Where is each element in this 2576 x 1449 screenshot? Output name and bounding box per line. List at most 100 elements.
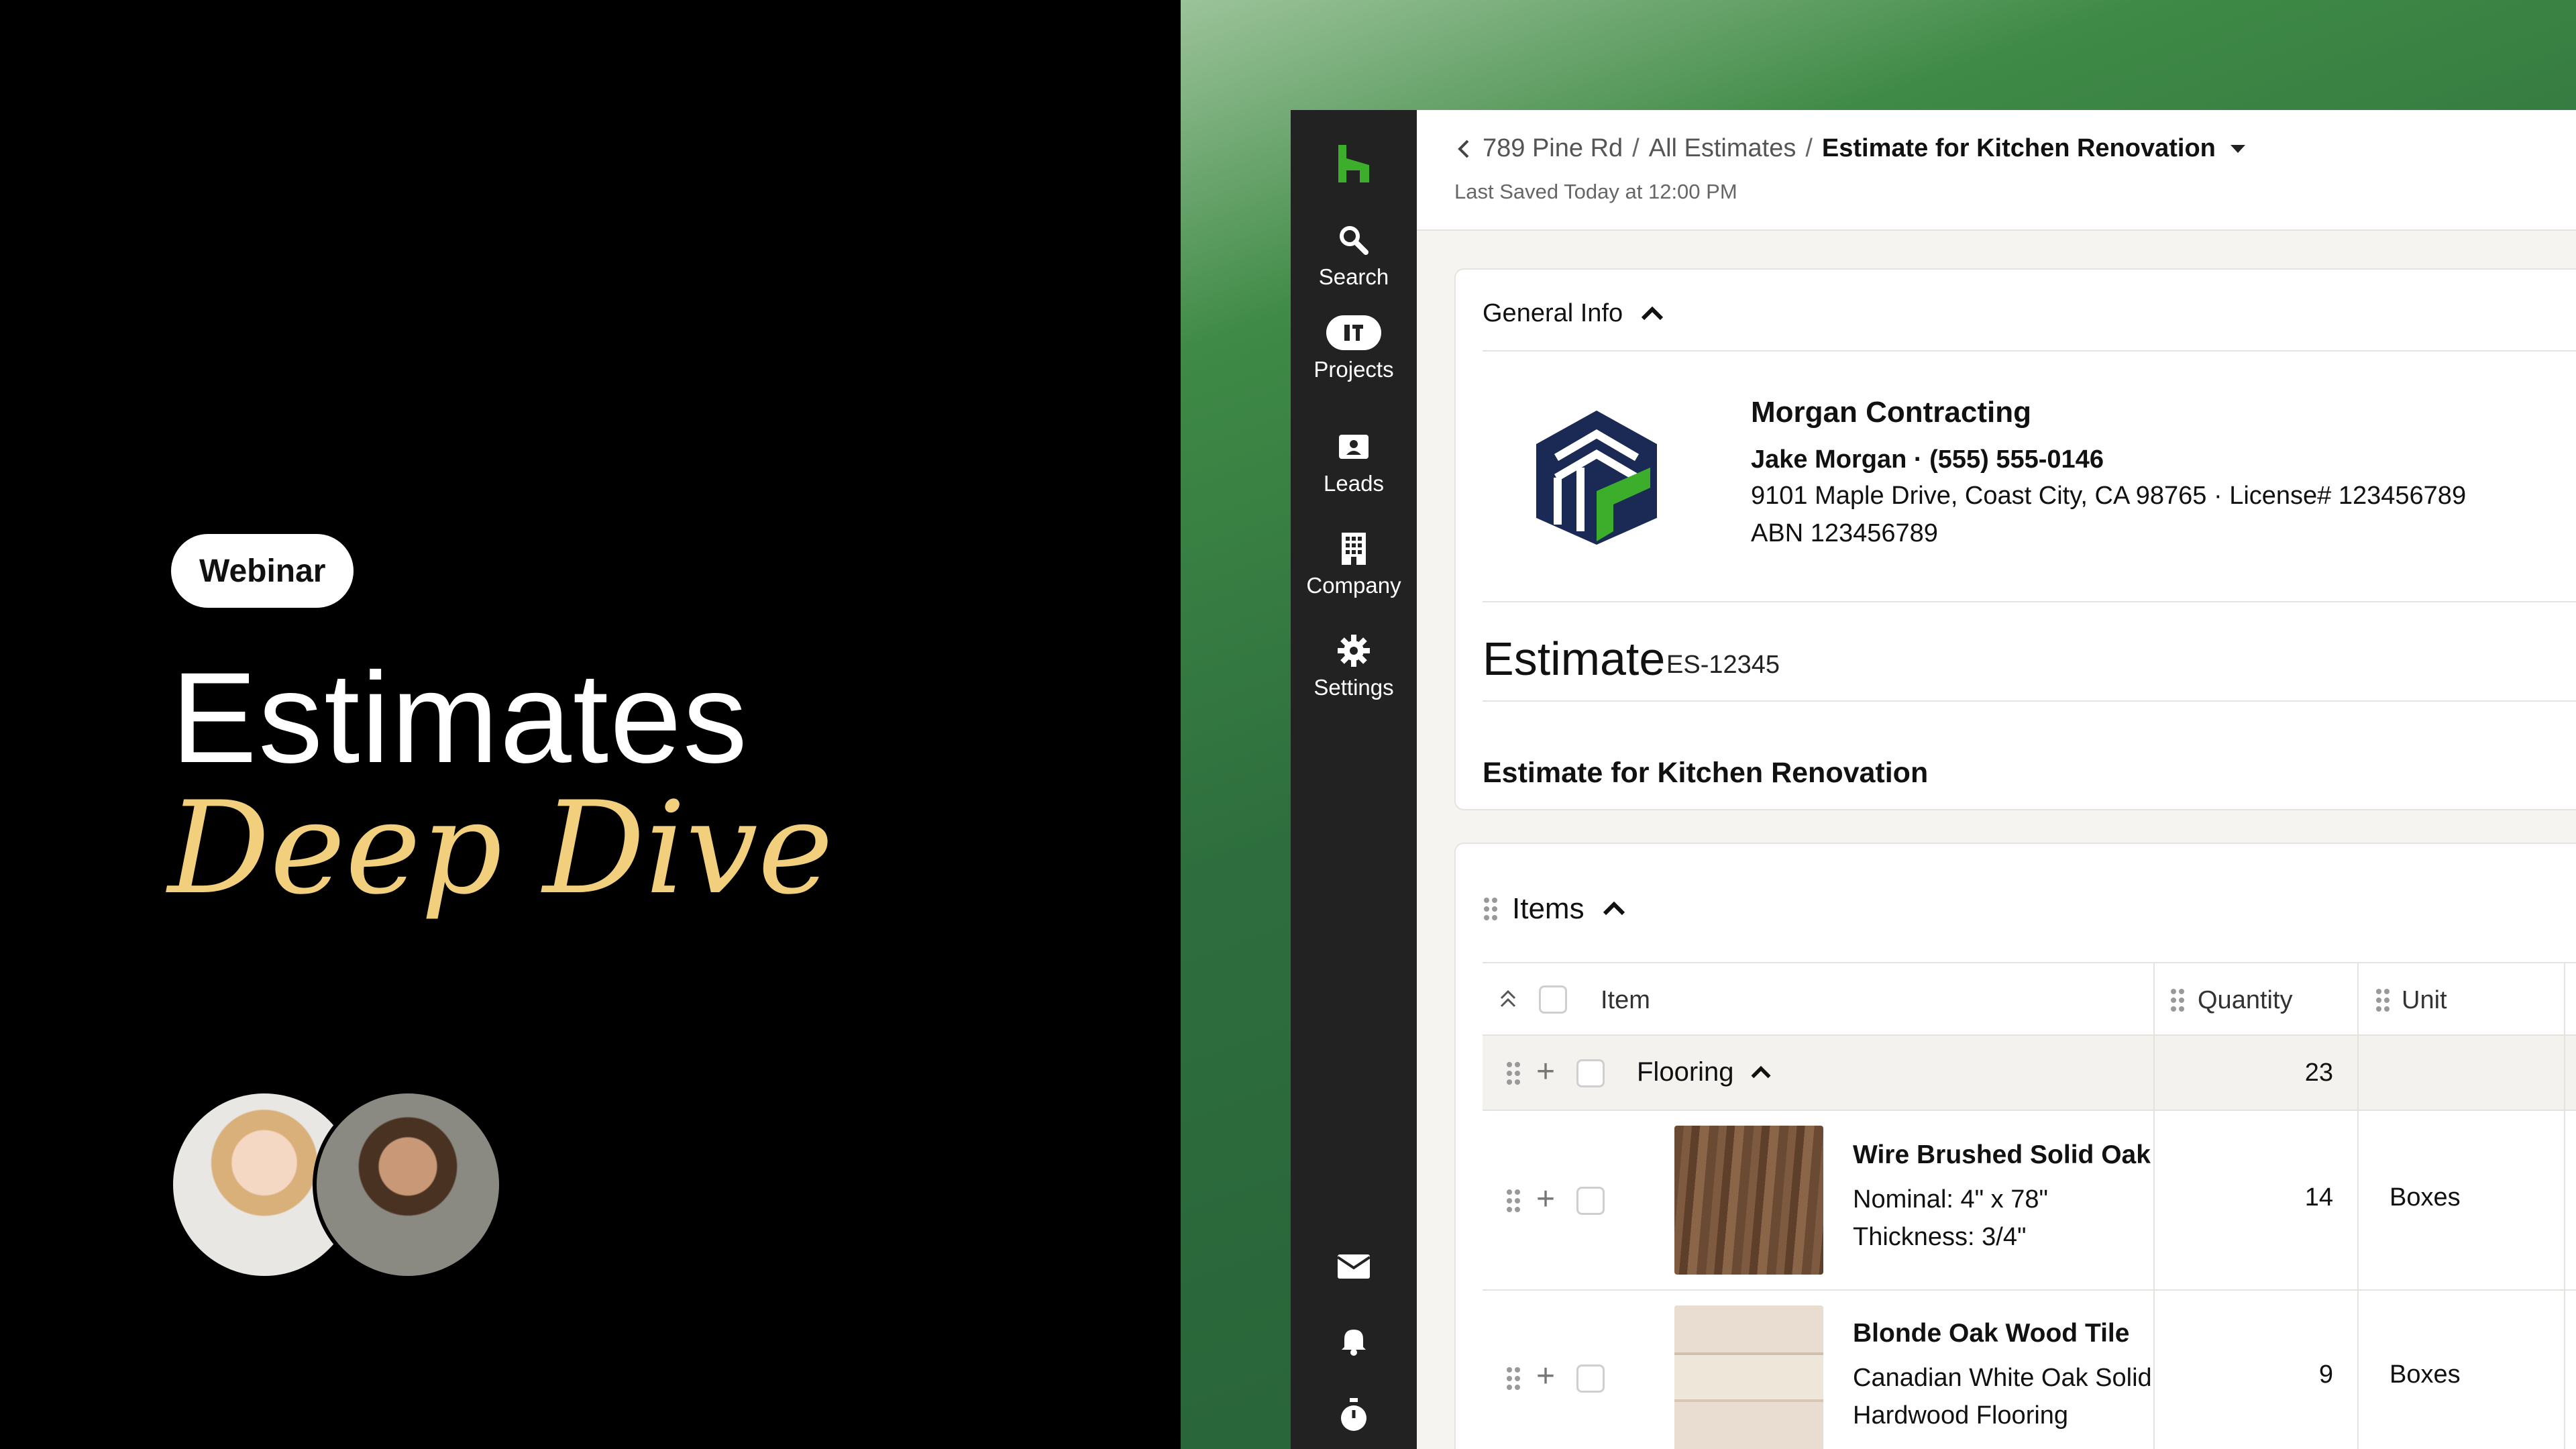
promo-title-line1: Estimates	[171, 645, 749, 790]
column-divider	[2357, 1036, 2359, 1111]
separator-dot: ·	[2213, 482, 2230, 510]
column-divider	[2564, 1036, 2565, 1111]
caret-down-icon[interactable]	[2226, 138, 2249, 160]
table-row[interactable]: + Blonde Oak Wood Tile Canadian White Oa…	[1483, 1291, 2576, 1449]
chevron-left-icon[interactable]	[1454, 137, 1473, 161]
item-thumbnail	[1674, 1126, 1823, 1275]
item-unit[interactable]: Boxes	[2390, 1183, 2461, 1212]
breadcrumb-item-address[interactable]: 789 Pine Rd	[1483, 134, 1623, 163]
sidebar-item-label: Search	[1318, 264, 1389, 289]
select-all-checkbox[interactable]	[1539, 985, 1567, 1014]
group-name: Flooring	[1637, 1057, 1773, 1087]
items-header[interactable]: Items	[1512, 892, 1627, 926]
company-abn: ABN 123456789	[1751, 519, 1938, 547]
sidebar-item-company[interactable]: Company	[1291, 531, 1417, 598]
top-bar: 789 Pine Rd / All Estimates / Estimate f…	[1417, 110, 2576, 231]
estimate-label: Estimate	[1483, 633, 1666, 685]
sidebar-item-search[interactable]: Search	[1291, 223, 1417, 290]
item-description-line: Thickness: 3/4"	[1853, 1223, 2027, 1251]
column-header-quantity[interactable]: Quantity	[2198, 963, 2293, 1037]
item-thumbnail	[1674, 1305, 1823, 1449]
column-divider	[2357, 1111, 2359, 1291]
contact-phone: (555) 555-0146	[1929, 445, 2104, 474]
separator-dot: ·	[1913, 445, 1930, 474]
mail-icon	[1336, 1254, 1371, 1279]
column-divider	[2357, 1291, 2359, 1449]
drag-handle-icon[interactable]	[2375, 987, 2391, 1013]
promo-title-line2: Deep Dive	[168, 774, 834, 922]
add-icon[interactable]: +	[1536, 1360, 1555, 1393]
webinar-badge: Webinar	[171, 534, 354, 608]
sidebar-item-label: Leads	[1324, 471, 1384, 496]
item-unit[interactable]: Boxes	[2390, 1360, 2461, 1389]
drag-handle-icon[interactable]	[1505, 1366, 1521, 1391]
search-icon	[1340, 226, 1368, 255]
leads-icon	[1339, 435, 1368, 459]
divider	[1483, 350, 2576, 352]
items-card: Items Item Quantity Unit + Flooring 23 +…	[1454, 843, 2576, 1449]
presenter-avatar-2	[313, 1089, 503, 1280]
row-checkbox[interactable]	[1576, 1364, 1605, 1393]
add-icon[interactable]: +	[1536, 1056, 1555, 1088]
column-header-unit[interactable]: Unit	[2402, 963, 2447, 1037]
promo-panel: Webinar Estimates Deep Dive	[0, 0, 1181, 1449]
drag-handle-icon[interactable]	[1505, 1061, 1521, 1086]
sidebar-item-settings[interactable]: Settings	[1291, 633, 1417, 700]
drag-handle-icon[interactable]	[1505, 1188, 1521, 1214]
item-description: Nominal: 4" x 78" Thickness: 3/4"	[1853, 1181, 2048, 1256]
sidebar-item-timer[interactable]	[1291, 1398, 1417, 1436]
contact-line: Jake Morgan · (555) 555-0146	[1751, 445, 2104, 474]
column-divider	[2153, 1036, 2155, 1111]
main-content: 789 Pine Rd / All Estimates / Estimate f…	[1417, 110, 2576, 1449]
company-name: Morgan Contracting	[1751, 396, 2031, 429]
houzz-logo-icon[interactable]	[1338, 145, 1369, 182]
group-quantity: 23	[2304, 1059, 2333, 1087]
app-window: Search Projects Leads Company Settings 7…	[1291, 110, 2576, 1449]
breadcrumb-item-all-estimates[interactable]: All Estimates	[1649, 134, 1796, 163]
chevron-up-icon[interactable]	[1749, 1063, 1773, 1082]
drag-handle-icon[interactable]	[1483, 896, 1499, 922]
chevron-up-icon[interactable]	[1601, 899, 1627, 919]
breadcrumb-separator: /	[1805, 134, 1813, 162]
sidebar-item-mail[interactable]	[1291, 1253, 1417, 1283]
chevron-up-icon[interactable]	[1639, 304, 1666, 324]
item-name: Wire Brushed Solid Oak	[1853, 1140, 2151, 1169]
gear-icon	[1338, 635, 1370, 667]
add-icon[interactable]: +	[1536, 1183, 1555, 1216]
general-info-card: General Info Morgan Contracting Jake Mor…	[1454, 268, 2576, 810]
company-logo	[1536, 411, 1657, 545]
last-saved-text: Last Saved Today at 12:00 PM	[1454, 180, 1737, 203]
sidebar-item-leads[interactable]: Leads	[1291, 429, 1417, 496]
company-license: License# 123456789	[2229, 482, 2467, 510]
estimate-title[interactable]: Estimate for Kitchen Renovation	[1483, 757, 1928, 790]
item-description-line: Canadian White Oak Solid	[1853, 1364, 2152, 1392]
items-title: Items	[1512, 892, 1585, 925]
collapse-all-icon[interactable]	[1497, 987, 1519, 1010]
row-checkbox[interactable]	[1576, 1187, 1605, 1215]
row-checkbox[interactable]	[1576, 1059, 1605, 1087]
address-line: 9101 Maple Drive, Coast City, CA 98765 ·…	[1751, 482, 2466, 511]
drag-handle-icon[interactable]	[2169, 987, 2186, 1013]
item-description-line: Hardwood Flooring	[1853, 1401, 2069, 1430]
column-divider	[2153, 963, 2155, 1037]
general-info-title: General Info	[1483, 299, 1623, 327]
column-header-item[interactable]: Item	[1601, 963, 1650, 1037]
sidebar-item-label: Projects	[1313, 357, 1394, 382]
column-divider	[2153, 1111, 2155, 1291]
timer-icon	[1341, 1398, 1366, 1431]
breadcrumb-separator: /	[1632, 134, 1640, 162]
column-divider	[2564, 1291, 2565, 1449]
item-name: Blonde Oak Wood Tile	[1853, 1319, 2130, 1348]
sidebar-item-projects[interactable]: Projects	[1291, 315, 1417, 382]
item-description: Canadian White Oak Solid Hardwood Floori…	[1853, 1359, 2152, 1434]
company-address: 9101 Maple Drive, Coast City, CA 98765	[1751, 482, 2207, 510]
item-quantity[interactable]: 14	[2253, 1183, 2333, 1212]
item-quantity[interactable]: 9	[2253, 1360, 2333, 1389]
table-row[interactable]: + Wire Brushed Solid Oak Nominal: 4" x 7…	[1483, 1111, 2576, 1291]
group-row-flooring[interactable]: + Flooring 23	[1483, 1036, 2576, 1111]
divider	[1483, 700, 2576, 702]
breadcrumb-item-current[interactable]: Estimate for Kitchen Renovation	[1822, 134, 2216, 163]
sidebar-item-notifications[interactable]	[1291, 1324, 1417, 1360]
general-info-header[interactable]: General Info	[1483, 299, 1666, 328]
breadcrumb: 789 Pine Rd / All Estimates / Estimate f…	[1454, 134, 2249, 163]
